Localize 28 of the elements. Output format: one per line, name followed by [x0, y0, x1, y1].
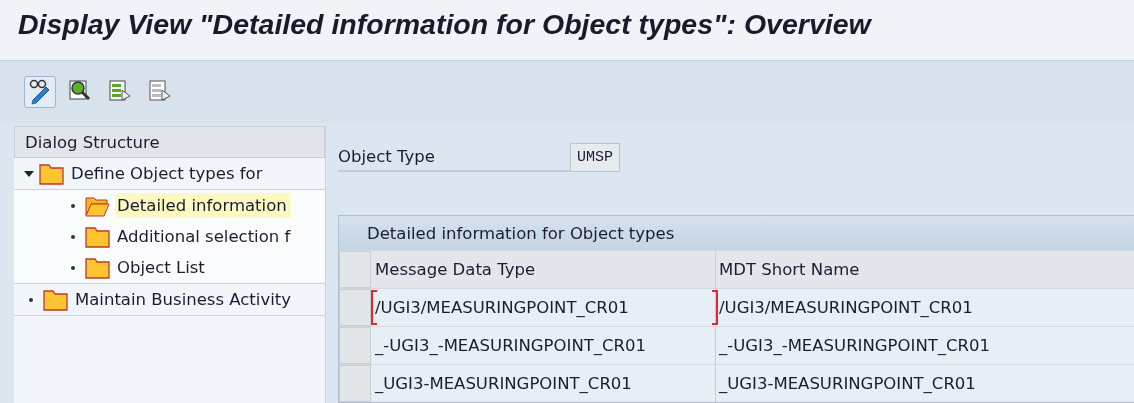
table-cell[interactable]: /UGI3/MEASURINGPOINT_CR01 — [716, 289, 1134, 326]
tree-item[interactable]: Detailed information — [115, 193, 291, 218]
input-field[interactable]: UMSP — [570, 142, 620, 172]
column-header[interactable]: MDT Short Name — [716, 251, 1134, 288]
folder-icon — [39, 162, 64, 185]
column-header[interactable]: Message Data Type — [371, 251, 716, 288]
tree-item[interactable]: Define Object types for — [69, 161, 267, 186]
expanded-triangle-icon[interactable] — [24, 168, 34, 179]
folder-icon — [85, 225, 110, 248]
table-cell[interactable]: _UGI3-MEASURINGPOINT_CR01 — [716, 365, 1134, 402]
panel-header: Dialog Structure — [14, 126, 325, 158]
window-title: Display View "Detailed information for Object types": Overview — [18, 8, 871, 41]
table-cell[interactable]: _-UGI3_-MEASURINGPOINT_CR01 — [371, 327, 716, 364]
tree-item[interactable]: Additional selection f — [115, 224, 295, 249]
toolbar-button[interactable] — [24, 76, 56, 108]
tree-item[interactable]: Maintain Business Activity — [73, 287, 295, 312]
table-cell[interactable]: /UGI3/MEASURINGPOINT_CR01 — [371, 289, 716, 326]
bullet-icon — [71, 265, 75, 270]
bullet-icon — [71, 203, 75, 208]
table-title: Detailed information for Object types — [339, 216, 1134, 250]
table-cell[interactable]: _UGI3-MEASURINGPOINT_CR01 — [371, 365, 716, 402]
bullet-icon — [71, 234, 75, 239]
table-cell[interactable]: _-UGI3_-MEASURINGPOINT_CR01 — [716, 327, 1134, 364]
bullet-icon — [29, 297, 33, 302]
folder-icon — [85, 256, 110, 279]
folder-icon — [43, 288, 68, 311]
open-folder-icon — [85, 194, 110, 217]
tree-item[interactable]: Object List — [115, 255, 209, 280]
